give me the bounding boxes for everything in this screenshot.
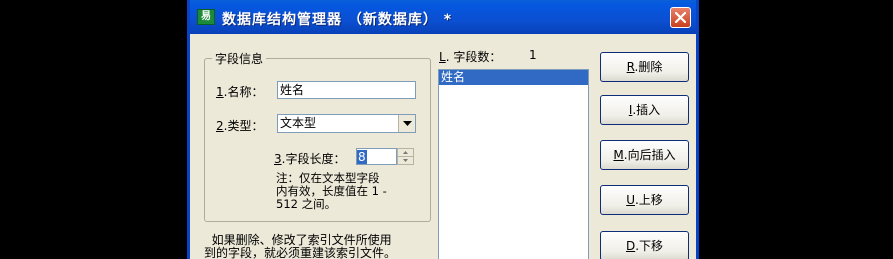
list-item[interactable]: 姓名 [439,70,588,85]
field-list[interactable]: 姓名 [438,69,589,259]
length-accel-key: 3 [274,152,282,166]
length-label-text: .字段长度： [281,152,346,166]
close-button[interactable] [670,7,691,28]
delete-button-label: .删除 [634,60,663,74]
spin-down-button[interactable] [398,157,413,165]
field-info-group-title: 字段信息 [212,50,267,67]
db-structure-manager-window: 易 数据库结构管理器 （新数据库） * 字段信息 1.名称： 姓名 2.类型： … [187,0,699,259]
length-note: 注：仅在文本型字段 内有效，长度值在 1 - 512 之间。 [276,171,387,211]
insert-after-button[interactable]: M.向后插入 [600,140,689,170]
name-label: 1.名称： [216,83,263,100]
insert-button[interactable]: I.插入 [600,95,689,125]
length-spinner[interactable] [397,148,414,165]
insert-button-label: .插入 [632,103,661,117]
field-count-label-text: . 字段数： [445,50,502,64]
field-count-label: L. 字段数： [439,48,501,65]
move-up-accel-key: U [626,193,635,207]
type-select-value: 文本型 [280,116,317,130]
field-count-accel-key: L [439,50,446,64]
insert-after-accel-key: M [613,148,624,162]
spin-up-button[interactable] [398,149,413,157]
move-down-button[interactable]: D.下移 [600,231,689,259]
close-icon [675,12,686,23]
move-down-accel-key: D [625,239,636,253]
length-input[interactable]: 8 [356,148,397,165]
field-count-value: 1 [529,48,537,62]
spin-down-icon [403,158,408,162]
app-icon: 易 [197,9,215,25]
move-down-button-label: .下移 [635,239,664,253]
move-up-button-label: .上移 [634,193,663,207]
length-label: 3.字段长度： [274,150,345,167]
chevron-down-icon [402,120,412,126]
name-field[interactable]: 姓名 [277,81,416,99]
type-label-text: .类型： [223,119,264,133]
spin-up-icon [403,150,408,154]
move-up-button[interactable]: U.上移 [600,185,689,215]
window-title: 数据库结构管理器 （新数据库） * [222,12,453,28]
type-label: 2.类型： [216,117,263,134]
delete-accel-key: R [626,60,635,74]
type-select[interactable]: 文本型 [277,114,416,133]
name-accel-key: 1 [216,85,224,99]
length-value: 8 [357,150,367,164]
type-accel-key: 2 [216,119,224,133]
type-dropdown-button[interactable] [398,115,415,132]
name-label-text: .名称： [223,85,264,99]
index-warning-note: 如果删除、修改了索引文件所使用 到的字段，就必须重建该索引文件。 [204,233,397,259]
delete-button[interactable]: R.删除 [600,52,689,82]
title-bar[interactable]: 易 数据库结构管理器 （新数据库） * [190,0,696,34]
insert-after-button-label: .向后插入 [623,148,676,162]
